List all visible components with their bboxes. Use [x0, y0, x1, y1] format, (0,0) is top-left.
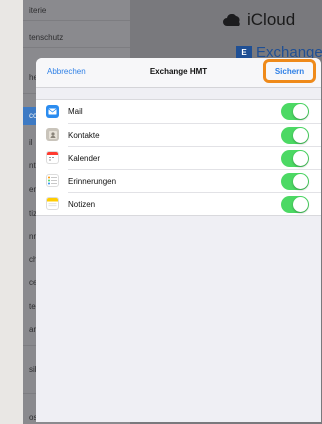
mail-toggle[interactable]: [281, 103, 309, 120]
service-label-erinnerungen: Erinnerungen: [68, 177, 117, 186]
toggle-knob: [293, 104, 308, 119]
services-list: Mail Kontakte Kalender Erinnerungen Noti…: [36, 99, 321, 216]
service-row-content: Notizen: [68, 192, 321, 215]
service-row-content: Kontakte: [68, 123, 321, 146]
exchange-account-sheet: Abbrechen Exchange HMT Sichern Mail Kont…: [36, 58, 321, 422]
sidebar-item-datenschutz[interactable]: tenschutz: [29, 33, 63, 42]
save-button[interactable]: Sichern: [263, 59, 316, 83]
calendar-toggle[interactable]: [281, 150, 309, 167]
toggle-knob: [293, 128, 308, 143]
service-row-mail: Mail: [36, 100, 321, 123]
mail-icon: [46, 105, 59, 118]
service-label-kalender: Kalender: [68, 154, 101, 163]
icloud-provider[interactable]: iCloud: [223, 10, 295, 30]
service-row-erinnerungen: Erinnerungen: [36, 169, 321, 192]
sidebar-separator: [23, 20, 130, 21]
calendar-icon: [46, 151, 59, 164]
service-row-notizen: Notizen: [36, 192, 321, 215]
cloud-icon: [223, 14, 243, 26]
service-row-kalender: Kalender: [36, 146, 321, 169]
notes-icon: [46, 197, 59, 210]
sidebar-item-mail[interactable]: il: [29, 138, 33, 147]
toggle-knob: [293, 197, 308, 212]
reminders-toggle[interactable]: [281, 173, 309, 190]
contacts-toggle[interactable]: [281, 127, 309, 144]
icloud-label: iCloud: [247, 10, 296, 29]
notes-toggle[interactable]: [281, 196, 309, 213]
toggle-knob: [293, 174, 308, 189]
sidebar-separator: [23, 47, 130, 48]
sheet-navigation-bar: Abbrechen Exchange HMT Sichern: [36, 58, 321, 88]
service-label-notizen: Notizen: [68, 200, 96, 209]
toggle-knob: [293, 151, 308, 166]
service-row-content: Mail: [68, 100, 321, 123]
reminders-icon: [46, 174, 59, 187]
contacts-icon: [46, 128, 59, 141]
service-label-kontakte: Kontakte: [68, 131, 100, 140]
sidebar-item-batterie[interactable]: iterie: [29, 6, 46, 15]
service-row-kontakte: Kontakte: [36, 123, 321, 146]
service-label-mail: Mail: [68, 107, 83, 116]
service-row-content: Kalender: [68, 146, 321, 169]
service-row-content: Erinnerungen: [68, 169, 321, 192]
